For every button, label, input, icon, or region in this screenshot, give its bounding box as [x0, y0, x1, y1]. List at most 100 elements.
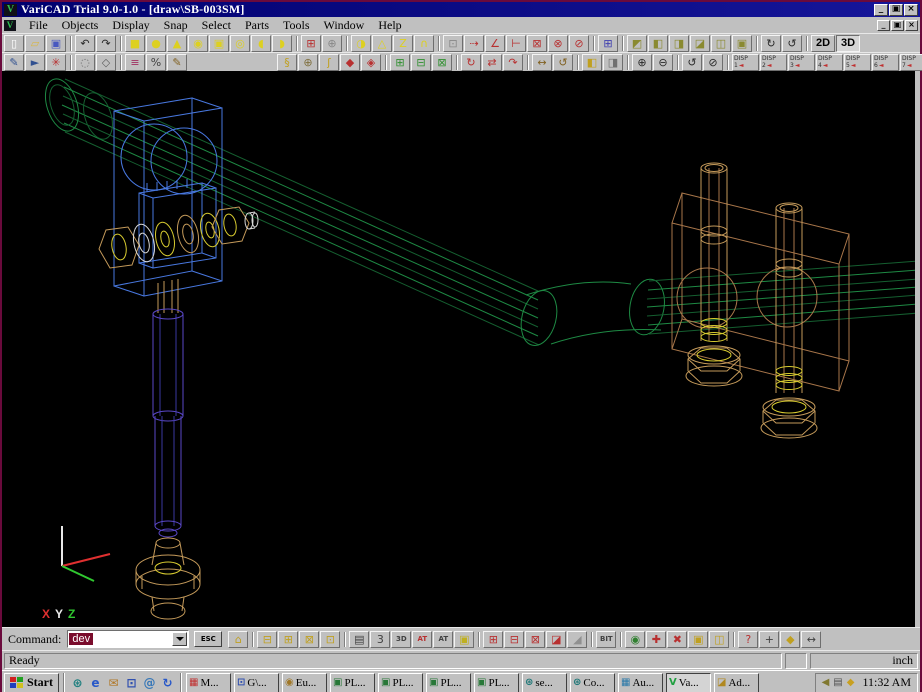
disp-button[interactable]: DISP 6◄ — [872, 54, 899, 71]
query-angle-button[interactable]: ∠ — [485, 35, 505, 52]
task-button-12[interactable]: ◪ Ad... — [714, 673, 759, 692]
transform-mirror-button[interactable]: ⇄ — [482, 54, 502, 71]
attr-copy-button[interactable]: AT — [412, 631, 432, 648]
explode-set-button[interactable]: ✳ — [46, 54, 66, 71]
view-iso-button[interactable]: ▣ — [732, 35, 752, 52]
menu-item[interactable]: Select — [195, 17, 238, 34]
layer-set-b-button[interactable]: ⊞ — [278, 631, 298, 648]
tool-yellow-a-button[interactable]: ▣ — [688, 631, 708, 648]
task-button-6[interactable]: ▣ PL... — [426, 673, 471, 692]
menu-item[interactable]: Display — [105, 17, 156, 34]
disp-button[interactable]: DISP 5◄ — [844, 54, 871, 71]
view-front-button[interactable]: ◧ — [648, 35, 668, 52]
layer-set-c-button[interactable]: ⊠ — [299, 631, 319, 648]
cut-cone-button[interactable]: △ — [372, 35, 392, 52]
query-solid-button[interactable]: ⊠ — [527, 35, 547, 52]
task-button-9[interactable]: ⊛ Co... — [570, 673, 615, 692]
mdi-restore-button[interactable]: ▣ — [891, 20, 904, 31]
print-3-button[interactable]: 3 — [370, 631, 390, 648]
plot-3d-button[interactable]: 3D — [391, 631, 411, 648]
layer-set-d-button[interactable]: ⊡ — [320, 631, 340, 648]
task-button-1[interactable]: ▦ M... — [186, 673, 231, 692]
sweep-pipe-button[interactable]: ∩ — [414, 35, 434, 52]
solid-sphere-button[interactable]: ◉ — [188, 35, 208, 52]
task-button-4[interactable]: ▣ PL... — [330, 673, 375, 692]
solid-cone-button[interactable]: ▲ — [167, 35, 187, 52]
ie-icon[interactable]: e — [87, 674, 104, 692]
desktop-icon[interactable]: ⊛ — [69, 674, 86, 692]
channels-icon[interactable]: ↻ — [159, 674, 176, 692]
verify-toggle-button[interactable]: ? — [738, 631, 758, 648]
copy-objects-button[interactable]: ⊞ — [390, 54, 410, 71]
solid-fillet-button[interactable]: ◖ — [251, 35, 271, 52]
speaker-icon[interactable]: ◀ — [822, 677, 830, 688]
layer-set-a-button[interactable]: ⊟ — [257, 631, 277, 648]
transform-copy-button[interactable]: ↻ — [461, 54, 481, 71]
link-objects-button[interactable]: ⊟ — [411, 54, 431, 71]
chevron-down-icon[interactable] — [172, 632, 187, 646]
screw-bolt-button[interactable]: ʃ — [319, 54, 339, 71]
save-disk-button[interactable]: ▣ — [46, 35, 66, 52]
scale-percent-button[interactable]: % — [146, 54, 166, 71]
query-volume-button[interactable]: ⊗ — [548, 35, 568, 52]
open-folder-button[interactable]: ▱ — [25, 35, 45, 52]
module-b-button[interactable]: ⊟ — [504, 631, 524, 648]
attr-edit-button[interactable]: AT — [433, 631, 453, 648]
module-c-button[interactable]: ⊠ — [525, 631, 545, 648]
insert-mark-button[interactable]: ◆ — [780, 631, 800, 648]
task-button-5[interactable]: ▣ PL... — [378, 673, 423, 692]
zoom-out-button[interactable]: ⊖ — [653, 54, 673, 71]
rotate-origin-button[interactable]: ↺ — [553, 54, 573, 71]
query-point-button[interactable]: ⊡ — [443, 35, 463, 52]
esc-button[interactable]: ESC — [194, 631, 222, 647]
new-file-button[interactable]: ▯ — [4, 35, 24, 52]
zoom-previous-button[interactable]: ↺ — [682, 54, 702, 71]
mdi-minimize-button[interactable]: _ — [877, 20, 890, 31]
print-button[interactable]: ▤ — [349, 631, 369, 648]
assembly-manager-button[interactable]: ⊞ — [598, 35, 618, 52]
menu-item[interactable]: Window — [317, 17, 372, 34]
pan-view-button[interactable]: ↔ — [801, 631, 821, 648]
zoom-in-button[interactable]: ⊕ — [632, 54, 652, 71]
printer-icon[interactable]: ▤ — [833, 677, 842, 688]
solid-cylinder-button[interactable]: ● — [146, 35, 166, 52]
view-3d-button[interactable]: 3D — [836, 35, 860, 52]
edit-attributes-button[interactable]: ► — [25, 54, 45, 71]
view-axon-button[interactable]: ◩ — [627, 35, 647, 52]
cut-sphere-button[interactable]: ◑ — [351, 35, 371, 52]
redo-button[interactable]: ↷ — [96, 35, 116, 52]
shell-cylinder-button[interactable]: ◎ — [230, 35, 250, 52]
move-objects-button[interactable]: ⊠ — [432, 54, 452, 71]
task-button-2[interactable]: ⊡ G\... — [234, 673, 279, 692]
task-button-3[interactable]: ◉ Eu... — [282, 673, 327, 692]
disp-button[interactable]: DISP 3◄ — [788, 54, 815, 71]
zoom-window-button[interactable]: ⊘ — [703, 54, 723, 71]
query-distance-button[interactable]: ⇢ — [464, 35, 484, 52]
wire-cube-button[interactable]: ◇ — [96, 54, 116, 71]
menu-item[interactable]: Help — [371, 17, 408, 34]
device-select-button[interactable]: ⌂ — [228, 631, 248, 648]
solid-box-button[interactable]: ■ — [125, 35, 145, 52]
block-library-button[interactable]: ▣ — [454, 631, 474, 648]
command-combobox[interactable]: dev — [67, 630, 189, 648]
task-button-7[interactable]: ▣ PL... — [474, 673, 519, 692]
mdi-close-button[interactable]: × — [905, 20, 918, 31]
module-d-button[interactable]: ◪ — [546, 631, 566, 648]
view-angle-button[interactable]: ↺ — [782, 35, 802, 52]
menu-item[interactable]: Parts — [238, 17, 276, 34]
view-top-button[interactable]: ◨ — [669, 35, 689, 52]
chamfer-box-button[interactable]: ◆ — [340, 54, 360, 71]
view-back-button[interactable]: ◫ — [711, 35, 731, 52]
move-cross-button[interactable]: + — [759, 631, 779, 648]
erase-last-button[interactable]: ◢ — [567, 631, 587, 648]
layer-swap-button[interactable]: ◧ — [582, 54, 602, 71]
explorer-icon[interactable]: ⊡ — [123, 674, 140, 692]
task-button-8[interactable]: ⊛ se... — [522, 673, 567, 692]
disp-button[interactable]: DISP 4◄ — [816, 54, 843, 71]
view-2d-button[interactable]: 2D — [811, 35, 835, 52]
task-button-varicad[interactable]: V Va... — [666, 673, 711, 692]
extrude-z-button[interactable]: Z — [393, 35, 413, 52]
task-button-10[interactable]: ▦ Au... — [618, 673, 663, 692]
rotate-view-button[interactable]: ↻ — [761, 35, 781, 52]
pen-attributes-button[interactable]: ≡ — [125, 54, 145, 71]
